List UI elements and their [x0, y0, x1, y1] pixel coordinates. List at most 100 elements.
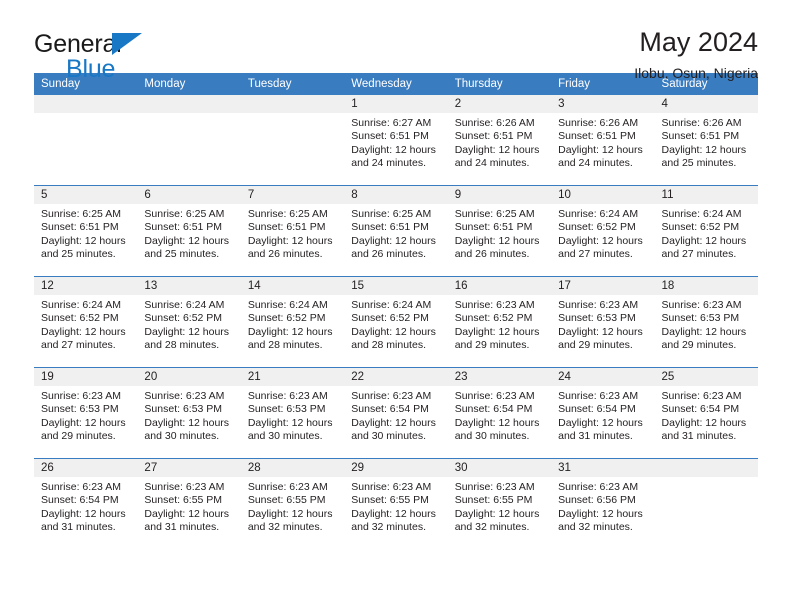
daylight-text-line2: and 27 minutes. [661, 248, 737, 261]
calendar-week-row: 12 Sunrise: 6:24 AM Sunset: 6:52 PM Dayligh… [34, 276, 758, 368]
sunset-text: Sunset: 6:53 PM [247, 403, 326, 416]
sunset-text: Sunset: 6:52 PM [661, 221, 740, 234]
calendar-day-cell[interactable]: 24 Sunrise: 6:23 AM Sunset: 6:54 PM Dayligh… [551, 367, 655, 459]
sunrise-text: Sunrise: 6:25 AM [247, 208, 328, 220]
sunrise-text: Sunrise: 6:25 AM [351, 208, 432, 220]
calendar-day-cell[interactable]: 4 Sunrise: 6:26 AM Sunset: 6:51 PM Daylight… [654, 95, 758, 186]
day-number: 13 [137, 277, 241, 295]
calendar-day-cell[interactable]: 22 Sunrise: 6:23 AM Sunset: 6:54 PM Dayligh… [344, 367, 448, 459]
brand-name-blue: Blue [66, 55, 116, 83]
calendar-day-cell[interactable]: 11 Sunrise: 6:24 AM Sunset: 6:52 PM Dayligh… [654, 185, 758, 277]
calendar-day-cell[interactable]: 14 Sunrise: 6:24 AM Sunset: 6:52 PM Dayligh… [240, 276, 345, 368]
day-number: 29 [344, 459, 448, 477]
calendar-day-cell[interactable]: 31 Sunrise: 6:23 AM Sunset: 6:56 PM Dayligh… [551, 458, 655, 549]
calendar-day-cell[interactable]: 17 Sunrise: 6:23 AM Sunset: 6:53 PM Dayligh… [551, 276, 655, 368]
calendar-day-cell-empty [654, 458, 758, 549]
daylight-text-line1: Daylight: 12 hours [454, 234, 540, 247]
day-number: 8 [344, 186, 448, 204]
daylight-text-line1: Daylight: 12 hours [144, 325, 230, 338]
calendar-day-cell[interactable]: 13 Sunrise: 6:24 AM Sunset: 6:52 PM Dayligh… [137, 276, 241, 368]
calendar-day-cell[interactable]: 9 Sunrise: 6:25 AM Sunset: 6:51 PM Daylight… [447, 185, 552, 277]
calendar-body: 1 Sunrise: 6:27 AM Sunset: 6:51 PM Daylight… [34, 95, 758, 549]
calendar-day-cell[interactable]: 21 Sunrise: 6:23 AM Sunset: 6:53 PM Dayligh… [240, 367, 345, 459]
sunrise-text: Sunrise: 6:24 AM [247, 299, 328, 311]
daylight-text-line2: and 28 minutes. [351, 339, 426, 352]
daylight-text-line2: and 25 minutes. [144, 248, 220, 261]
day-details: Sunrise: 6:23 AM Sunset: 6:53 PM Daylight:… [241, 386, 344, 444]
sunset-text: Sunset: 6:52 PM [351, 312, 429, 325]
sunrise-text: Sunrise: 6:24 AM [558, 208, 639, 220]
day-number: 6 [137, 186, 241, 204]
daylight-text-line1: Daylight: 12 hours [661, 325, 747, 338]
calendar-day-cell[interactable]: 2 Sunrise: 6:26 AM Sunset: 6:51 PM Daylight… [447, 95, 552, 186]
daylight-text-line2: and 30 minutes. [351, 430, 426, 443]
calendar-day-cell[interactable]: 16 Sunrise: 6:23 AM Sunset: 6:52 PM Dayligh… [447, 276, 552, 368]
daylight-text-line2: and 26 minutes. [351, 248, 426, 261]
page-title: May 2024 [639, 27, 758, 57]
sunrise-text: Sunrise: 6:23 AM [454, 390, 535, 402]
day-number: 22 [344, 368, 448, 386]
day-details: Sunrise: 6:23 AM Sunset: 6:55 PM Daylight:… [241, 477, 344, 535]
daylight-text-line2: and 30 minutes. [247, 430, 323, 443]
day-number: 20 [137, 368, 241, 386]
calendar-day-cell[interactable]: 26 Sunrise: 6:23 AM Sunset: 6:54 PM Dayligh… [34, 458, 138, 549]
sunset-text: Sunset: 6:51 PM [41, 221, 119, 234]
day-details: Sunrise: 6:23 AM Sunset: 6:56 PM Daylight:… [551, 477, 654, 535]
daylight-text-line2: and 25 minutes. [41, 248, 116, 261]
sunrise-text: Sunrise: 6:25 AM [454, 208, 535, 220]
brand-flag-icon [112, 33, 142, 55]
calendar-week-row: 26 Sunrise: 6:23 AM Sunset: 6:54 PM Dayligh… [34, 458, 758, 549]
day-details: Sunrise: 6:25 AM Sunset: 6:51 PM Daylight:… [344, 204, 447, 262]
calendar-day-cell[interactable]: 7 Sunrise: 6:25 AM Sunset: 6:51 PM Daylight… [240, 185, 345, 277]
sunset-text: Sunset: 6:53 PM [41, 403, 119, 416]
daylight-text-line1: Daylight: 12 hours [144, 416, 230, 429]
day-number-band [34, 95, 138, 113]
day-number: 5 [34, 186, 138, 204]
sunset-text: Sunset: 6:54 PM [41, 494, 119, 507]
calendar-day-cell[interactable]: 3 Sunrise: 6:26 AM Sunset: 6:51 PM Daylight… [551, 95, 655, 186]
day-number: 9 [447, 186, 552, 204]
sunset-text: Sunset: 6:51 PM [351, 130, 429, 143]
calendar-day-cell[interactable]: 18 Sunrise: 6:23 AM Sunset: 6:53 PM Dayligh… [654, 276, 758, 368]
calendar-day-cell[interactable]: 19 Sunrise: 6:23 AM Sunset: 6:53 PM Dayligh… [34, 367, 138, 459]
calendar-day-cell[interactable]: 20 Sunrise: 6:23 AM Sunset: 6:53 PM Dayligh… [137, 367, 241, 459]
calendar-day-cell[interactable]: 29 Sunrise: 6:23 AM Sunset: 6:55 PM Dayligh… [344, 458, 448, 549]
calendar-day-cell[interactable]: 25 Sunrise: 6:23 AM Sunset: 6:54 PM Dayligh… [654, 367, 758, 459]
daylight-text-line1: Daylight: 12 hours [558, 416, 643, 429]
daylight-text-line1: Daylight: 12 hours [661, 143, 747, 156]
day-number-band [240, 95, 345, 113]
calendar-day-cell[interactable]: 12 Sunrise: 6:24 AM Sunset: 6:52 PM Dayligh… [34, 276, 138, 368]
daylight-text-line1: Daylight: 12 hours [351, 416, 436, 429]
day-details: Sunrise: 6:23 AM Sunset: 6:55 PM Daylight:… [137, 477, 240, 535]
daylight-text-line2: and 29 minutes. [41, 430, 116, 443]
calendar-day-cell[interactable]: 23 Sunrise: 6:23 AM Sunset: 6:54 PM Dayligh… [447, 367, 552, 459]
calendar-day-cell[interactable]: 6 Sunrise: 6:25 AM Sunset: 6:51 PM Daylight… [137, 185, 241, 277]
daylight-text-line2: and 31 minutes. [661, 430, 737, 443]
calendar-day-cell[interactable]: 8 Sunrise: 6:25 AM Sunset: 6:51 PM Daylight… [344, 185, 448, 277]
day-details: Sunrise: 6:24 AM Sunset: 6:52 PM Daylight:… [241, 295, 344, 353]
sunset-text: Sunset: 6:52 PM [454, 312, 533, 325]
sunrise-text: Sunrise: 6:24 AM [144, 299, 225, 311]
sunset-text: Sunset: 6:52 PM [558, 221, 636, 234]
sunset-text: Sunset: 6:51 PM [351, 221, 429, 234]
daylight-text-line1: Daylight: 12 hours [351, 143, 436, 156]
daylight-text-line2: and 29 minutes. [558, 339, 633, 352]
sunrise-text: Sunrise: 6:24 AM [661, 208, 742, 220]
brand-logo[interactable]: General Blue [34, 27, 234, 83]
sunrise-text: Sunrise: 6:25 AM [41, 208, 121, 220]
sunset-text: Sunset: 6:55 PM [351, 494, 429, 507]
sunset-text: Sunset: 6:52 PM [247, 312, 326, 325]
day-number-band [654, 459, 758, 477]
sunset-text: Sunset: 6:53 PM [661, 312, 740, 325]
calendar-day-cell[interactable]: 28 Sunrise: 6:23 AM Sunset: 6:55 PM Dayligh… [240, 458, 345, 549]
day-details: Sunrise: 6:23 AM Sunset: 6:53 PM Daylight:… [34, 386, 137, 444]
sunrise-text: Sunrise: 6:23 AM [41, 390, 121, 402]
calendar-day-cell[interactable]: 1 Sunrise: 6:27 AM Sunset: 6:51 PM Daylight… [344, 95, 448, 186]
calendar-day-cell[interactable]: 10 Sunrise: 6:24 AM Sunset: 6:52 PM Dayligh… [551, 185, 655, 277]
calendar-day-cell[interactable]: 5 Sunrise: 6:25 AM Sunset: 6:51 PM Daylight… [34, 185, 138, 277]
daylight-text-line2: and 29 minutes. [661, 339, 737, 352]
calendar-day-cell[interactable]: 30 Sunrise: 6:23 AM Sunset: 6:55 PM Dayligh… [447, 458, 552, 549]
calendar-day-cell[interactable]: 27 Sunrise: 6:23 AM Sunset: 6:55 PM Dayligh… [137, 458, 241, 549]
day-details: Sunrise: 6:26 AM Sunset: 6:51 PM Daylight:… [655, 113, 758, 171]
calendar-day-cell[interactable]: 15 Sunrise: 6:24 AM Sunset: 6:52 PM Dayligh… [344, 276, 448, 368]
